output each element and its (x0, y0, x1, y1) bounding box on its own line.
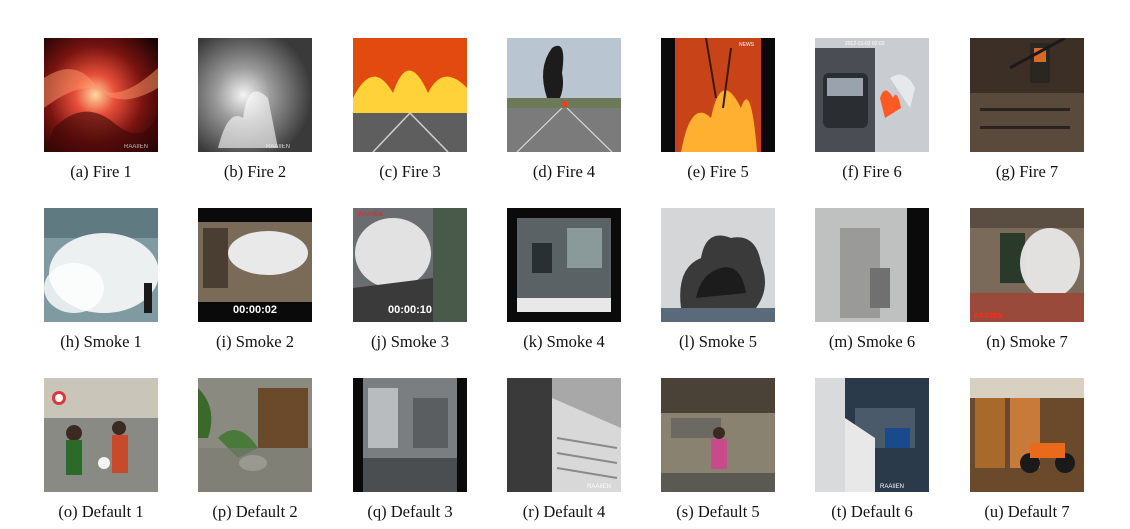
panel-caption: (e) Fire 5 (687, 162, 749, 181)
panel-caption: (b) Fire 2 (223, 162, 287, 181)
panel-caption: (n) Smoke 7 (986, 332, 1068, 351)
default-thumbnail: RAAIIEN (815, 378, 929, 492)
smoke-thumbnail (661, 208, 775, 322)
fire-thumbnail: 2012-01-02 02:03 (815, 38, 929, 152)
panel-caption: (u) Default 7 (984, 502, 1070, 521)
svg-text:RAAIIEN: RAAIIEN (266, 144, 290, 150)
panel-caption: (a) Fire 1 (70, 162, 132, 181)
smoke-thumbnail: 00:00:02 (198, 208, 312, 322)
figure-grid: RAAIIEN (a) Fire 1 RAAIIEN (b) Fire 2 (c… (0, 0, 1130, 529)
panel-caption: (j) Smoke 3 (371, 332, 449, 351)
svg-text:RAAIIEN: RAAIIEN (974, 313, 1003, 320)
default-thumbnail (44, 378, 158, 492)
panel-caption: (f) Fire 6 (842, 162, 902, 181)
default-thumbnail (353, 378, 467, 492)
panel-caption: (p) Default 2 (212, 502, 298, 521)
smoke-thumbnail (507, 208, 621, 322)
svg-text:RAAIIEN: RAAIIEN (358, 212, 383, 218)
default-thumbnail (661, 378, 775, 492)
panel-caption: (q) Default 3 (367, 502, 453, 521)
fire-thumbnail: NEWS (661, 38, 775, 152)
smoke-thumbnail (44, 208, 158, 322)
panel-caption: (t) Default 6 (831, 502, 913, 521)
fire-thumbnail: RAAIIEN (44, 38, 158, 152)
fire-thumbnail (507, 38, 621, 152)
default-thumbnail: RAAIIEN (507, 378, 621, 492)
panel-caption: (s) Default 5 (676, 502, 760, 521)
default-thumbnail (198, 378, 312, 492)
panel-caption: (o) Default 1 (58, 502, 144, 521)
svg-text:2012-01-02 02:03: 2012-01-02 02:03 (845, 41, 885, 47)
default-thumbnail (970, 378, 1084, 492)
panel-caption: (m) Smoke 6 (828, 332, 916, 351)
panel-caption: (c) Fire 3 (379, 162, 441, 181)
fire-thumbnail: RAAIIEN (198, 38, 312, 152)
panel-caption: (d) Fire 4 (532, 162, 596, 181)
panel-caption: (h) Smoke 1 (60, 332, 142, 351)
svg-text:NEWS: NEWS (739, 42, 755, 48)
panel-caption: (k) Smoke 4 (523, 332, 605, 351)
svg-text:RAAIIEN: RAAIIEN (880, 484, 904, 490)
smoke-thumbnail: RAAIIEN 00:00:10 (353, 208, 467, 322)
panel-caption: (g) Fire 7 (995, 162, 1059, 181)
fire-thumbnail (970, 38, 1084, 152)
panel-caption: (l) Smoke 5 (679, 332, 757, 351)
fire-thumbnail (353, 38, 467, 152)
panel-caption: (r) Default 4 (522, 502, 606, 521)
svg-text:RAAIIEN: RAAIIEN (124, 144, 148, 150)
svg-text:RAAIIEN: RAAIIEN (587, 484, 611, 490)
svg-text:00:00:10: 00:00:10 (388, 304, 432, 316)
panel-caption: (i) Smoke 2 (216, 332, 294, 351)
smoke-thumbnail: RAAIIEN (970, 208, 1084, 322)
svg-text:00:00:02: 00:00:02 (233, 304, 277, 316)
smoke-thumbnail (815, 208, 929, 322)
